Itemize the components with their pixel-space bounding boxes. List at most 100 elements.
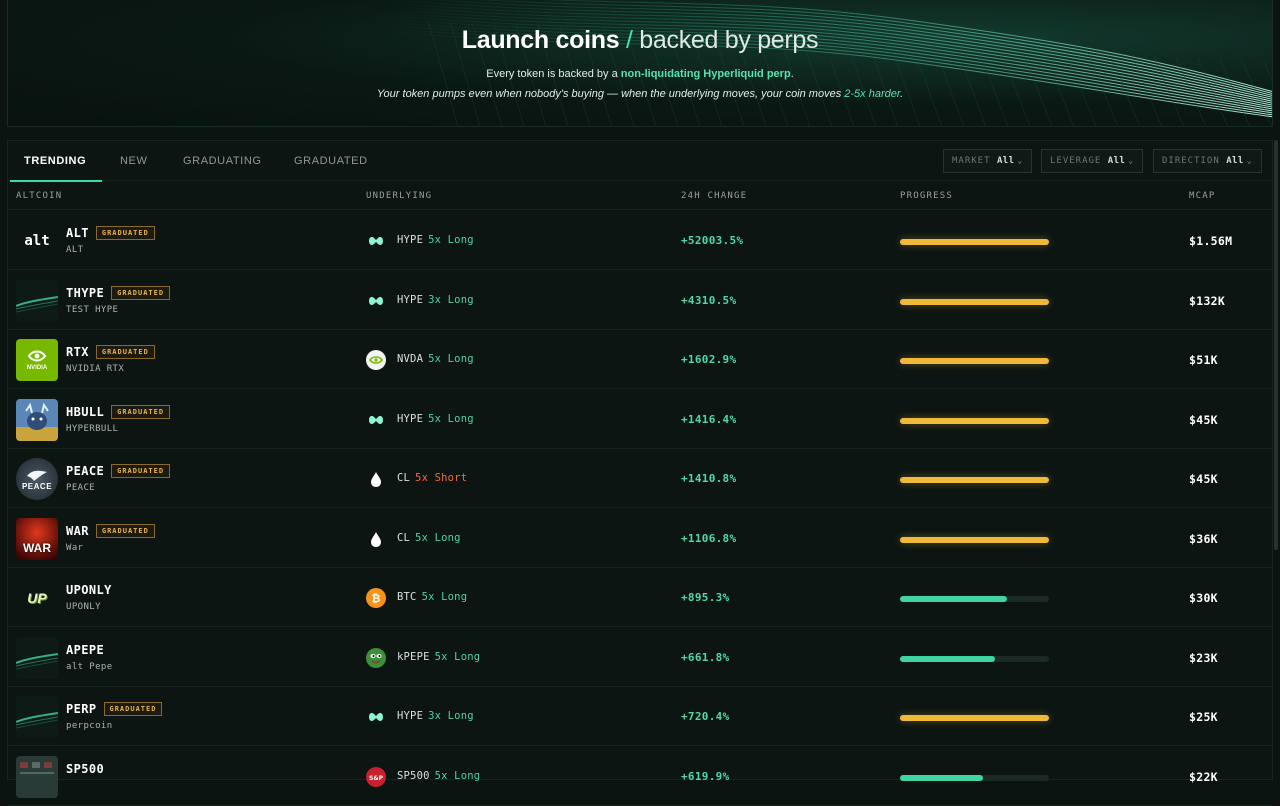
tab-trending[interactable]: TRENDING — [9, 141, 103, 182]
market-cap: $25K — [1189, 710, 1218, 724]
change-24h: +1416.4% — [681, 412, 737, 426]
coin-avatar — [16, 279, 58, 322]
underlying-asset: HYPE 5x Long — [397, 413, 474, 425]
column-header-altcoin[interactable]: ALTCOIN — [16, 191, 62, 201]
graduated-badge: GRADUATED — [111, 464, 171, 478]
scrollbar[interactable] — [1274, 140, 1278, 550]
hype-icon — [366, 410, 386, 430]
market-cap: $45K — [1189, 472, 1218, 486]
table-row[interactable]: PEACE PEACE GRADUATED PEACE CL 5x Short +1… — [8, 449, 1272, 508]
table-row[interactable]: HBULL GRADUATED HYPERBULL HYPE 5x Long +14… — [8, 390, 1272, 449]
oil-drop-icon — [366, 469, 386, 489]
market-cap: $23K — [1189, 650, 1218, 665]
progress-bar — [900, 596, 1049, 602]
change-24h: +720.4% — [681, 710, 730, 723]
column-header-24h-change[interactable]: 24H CHANGE — [681, 191, 747, 201]
coin-name: UPONLY — [66, 602, 101, 612]
progress-bar — [900, 298, 1049, 305]
svg-text:S&P: S&P — [369, 775, 384, 782]
coin-symbol: PEACE GRADUATED — [66, 464, 171, 478]
progress-bar — [900, 536, 1049, 543]
change-24h: +1106.8% — [681, 531, 737, 545]
svg-text:₿: ₿ — [372, 592, 381, 605]
underlying-ticker: HYPE — [397, 412, 424, 425]
leverage-filter[interactable]: LEVERAGE All ⌄ — [1041, 149, 1144, 173]
table-row[interactable]: THYPE GRADUATED TEST HYPE HYPE 3x Long +43… — [8, 271, 1272, 330]
coin-avatar — [16, 398, 58, 441]
underlying-asset: CL 5x Long — [397, 532, 461, 544]
coin-name: NVIDIA RTX — [66, 364, 125, 374]
leverage-direction: 5x Long — [428, 353, 474, 365]
hero-tagline: Every token is backed by a non-liquidati… — [486, 68, 794, 80]
market-cap: $36K — [1189, 531, 1218, 546]
table-row[interactable]: NVIDIA RTX GRADUATED NVIDIA RTX NVDA 5x Lo… — [8, 330, 1272, 389]
hype-icon — [366, 707, 386, 727]
progress-bar — [900, 417, 1049, 424]
grid-line — [955, 46, 986, 126]
change-24h: +661.8% — [681, 650, 730, 664]
coin-avatar — [16, 636, 58, 679]
coin-name: War — [66, 542, 84, 553]
leverage-direction: 3x Long — [428, 710, 474, 722]
chevron-down-icon: ⌄ — [1128, 156, 1135, 165]
table-row[interactable]: UP UPONLY UPONLY ₿ BTC 5x Long +895.3% $3… — [8, 568, 1272, 627]
column-header-underlying[interactable]: UNDERLYING — [366, 191, 432, 201]
graduated-badge: GRADUATED — [95, 226, 155, 240]
table-row[interactable]: SP500 S&P SP500 5x Long +619.9% $22K — [8, 747, 1272, 806]
graduated-badge: GRADUATED — [95, 345, 155, 359]
leverage-direction: 5x Long — [415, 531, 461, 544]
coin-symbol-text: SP500 — [66, 761, 105, 776]
leverage-direction: 5x Long — [428, 234, 474, 246]
graduated-badge: GRADUATED — [103, 702, 163, 716]
coin-avatar: PEACE — [16, 458, 58, 500]
coin-name: alt Pepe — [66, 661, 113, 672]
leverage-direction: 5x Long — [428, 412, 474, 425]
pepe-icon — [366, 647, 386, 668]
progress-bar — [900, 239, 1049, 245]
column-header-progress[interactable]: PROGRESS — [900, 191, 953, 201]
progress-fill — [900, 655, 996, 662]
table-row[interactable]: WAR WAR GRADUATED War CL 5x Long +1106.8% … — [8, 509, 1272, 568]
progress-fill — [900, 774, 984, 781]
column-header-mcap[interactable]: MCAP — [1189, 191, 1215, 201]
underlying-ticker: HYPE — [397, 710, 424, 722]
coin-symbol-text: UPONLY — [66, 583, 112, 597]
tab-graduating[interactable]: GRADUATING — [183, 141, 262, 181]
coin-symbol: THYPE GRADUATED — [66, 285, 171, 300]
avatar-label: PEACE — [21, 481, 53, 491]
underlying-asset: HYPE 5x Long — [397, 234, 474, 246]
change-24h: +895.3% — [681, 591, 730, 604]
graduated-badge: GRADUATED — [111, 285, 171, 300]
market-cap: $45K — [1189, 412, 1218, 427]
chevron-down-icon: ⌄ — [1246, 156, 1253, 165]
coin-name: HYPERBULL — [66, 423, 119, 434]
direction-filter[interactable]: DIRECTION All ⌄ — [1153, 149, 1262, 173]
avatar-label: WAR — [23, 540, 51, 555]
underlying-ticker: CL — [397, 531, 411, 544]
hype-icon — [366, 291, 386, 311]
coin-symbol: SP500 — [66, 762, 104, 776]
tab-graduated[interactable]: GRADUATED — [294, 141, 368, 181]
tab-new[interactable]: NEW — [120, 141, 147, 181]
avatar-label: NVIDIA — [26, 365, 48, 371]
coin-table-panel: TRENDING NEW GRADUATING GRADUATED MARKET… — [7, 140, 1273, 806]
underlying-ticker: HYPE — [397, 293, 424, 306]
progress-bar — [900, 477, 1049, 483]
progress-bar — [900, 655, 1049, 662]
coin-avatar: alt — [16, 220, 58, 262]
coin-name: PEACE — [66, 483, 96, 493]
coin-symbol: APEPE — [66, 643, 104, 657]
underlying-ticker: HYPE — [397, 234, 424, 246]
change-24h: +1602.9% — [681, 353, 737, 366]
underlying-ticker: CL — [397, 472, 411, 484]
coin-symbol-text: RTX — [66, 345, 89, 359]
table-row[interactable]: PERP GRADUATED perpcoin HYPE 3x Long +720.… — [8, 687, 1272, 746]
hype-icon — [366, 231, 386, 251]
coin-avatar: UP — [16, 577, 58, 619]
table-row[interactable]: APEPE alt Pepe kPEPE 5x Long +661.8% $23K — [8, 628, 1272, 687]
market-filter[interactable]: MARKET All ⌄ — [943, 149, 1033, 173]
table-row[interactable]: alt ALT GRADUATED ALT HYPE 5x Long +52003.… — [8, 211, 1272, 270]
avatar-label: alt — [24, 233, 50, 249]
underlying-asset: NVDA 5x Long — [397, 353, 474, 365]
underlying-asset: kPEPE 5x Long — [397, 651, 480, 663]
